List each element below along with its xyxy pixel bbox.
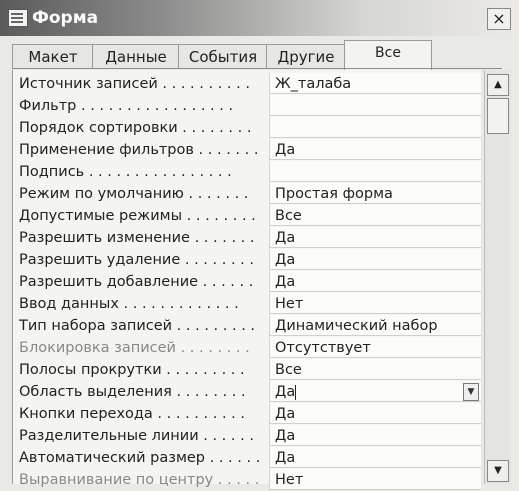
property-name: Тип набора записей . . . . . . . . . xyxy=(19,318,256,334)
property-row[interactable]: Режим по умолчанию . . . . . . . Простая … xyxy=(13,183,481,205)
property-value: Да xyxy=(275,428,296,444)
property-row[interactable]: Ввод данных . . . . . . . . . . . . . Нет xyxy=(13,293,481,315)
property-name: Автоматический размер . . . . . . xyxy=(19,450,261,466)
property-value-field[interactable]: Да xyxy=(269,403,481,424)
tab-divider xyxy=(12,68,502,69)
property-row[interactable]: Блокировка записей . . . . . . . . Отсутс… xyxy=(13,337,481,359)
property-sheet: Источник записей . . . . . . . . . . Ж_та… xyxy=(12,70,481,490)
tab-other[interactable]: Другие xyxy=(266,44,346,69)
property-value: Да xyxy=(275,384,296,400)
property-name: Разрешить изменение . . . . . . . xyxy=(19,230,255,246)
property-row[interactable]: Разрешить удаление . . . . . . . . Да xyxy=(13,249,481,271)
property-value-field[interactable]: Ж_талаба xyxy=(269,73,481,94)
property-name: Блокировка записей . . . . . . . . xyxy=(19,340,250,356)
property-value: Нет xyxy=(275,472,304,488)
property-name: Режим по умолчанию . . . . . . . xyxy=(19,186,249,202)
scroll-thumb[interactable] xyxy=(487,98,509,134)
property-row[interactable]: Порядок сортировки . . . . . . . . xyxy=(13,117,481,139)
property-value-field[interactable]: Да xyxy=(269,447,481,468)
property-value: Да xyxy=(275,142,296,158)
property-value: Нет xyxy=(275,296,304,312)
property-value-field[interactable] xyxy=(269,161,481,182)
window-title: Форма xyxy=(32,8,99,28)
property-value-field[interactable]: Все xyxy=(269,205,481,226)
property-value-field[interactable] xyxy=(269,117,481,138)
property-row[interactable]: Область выделения . . . . . . . . Да ▼ xyxy=(13,381,481,403)
property-value: Да xyxy=(275,252,296,268)
property-value: Отсутствует xyxy=(275,340,371,356)
property-value: Ж_талаба xyxy=(275,76,352,92)
property-name: Допустимые режимы . . . . . . . . xyxy=(19,208,256,224)
property-name: Полосы прокрутки . . . . . . . . . xyxy=(19,362,245,378)
property-row[interactable]: Разрешить добавление . . . . . . Да xyxy=(13,271,481,293)
property-name: Область выделения . . . . . . . . xyxy=(19,384,246,400)
property-name: Источник записей . . . . . . . . . . xyxy=(19,76,250,92)
property-row[interactable]: Выравнивание по центру . . . . . Нет xyxy=(13,469,481,491)
property-value: Да xyxy=(275,450,296,466)
property-row[interactable]: Допустимые режимы . . . . . . . . Все xyxy=(13,205,481,227)
property-name: Разделительные линии . . . . . . xyxy=(19,428,254,444)
property-name: Фильтр . . . . . . . . . . . . . . . . . xyxy=(19,98,234,114)
property-value-field[interactable]: Динамический набор xyxy=(269,315,481,336)
dropdown-arrow-icon[interactable]: ▼ xyxy=(463,383,479,401)
property-value-field[interactable]: Все xyxy=(269,359,481,380)
property-value-field[interactable]: Да ▼ xyxy=(269,381,481,402)
property-row[interactable]: Разрешить изменение . . . . . . . Да xyxy=(13,227,481,249)
scroll-up-arrow-icon[interactable]: ▲ xyxy=(487,74,509,96)
property-name: Порядок сортировки . . . . . . . . xyxy=(19,120,252,136)
property-value-field[interactable] xyxy=(269,95,481,116)
property-name: Выравнивание по центру . . . . . xyxy=(19,472,260,488)
form-icon xyxy=(8,9,28,27)
property-value-field[interactable]: Да xyxy=(269,227,481,248)
property-row[interactable]: Разделительные линии . . . . . . Да xyxy=(13,425,481,447)
property-row[interactable]: Полосы прокрутки . . . . . . . . . Все xyxy=(13,359,481,381)
property-row[interactable]: Фильтр . . . . . . . . . . . . . . . . . xyxy=(13,95,481,117)
property-value-field[interactable]: Да xyxy=(269,271,481,292)
property-value-field[interactable]: Нет xyxy=(269,469,481,490)
property-name: Разрешить добавление . . . . . . xyxy=(19,274,254,290)
title-bar: Форма × xyxy=(0,0,519,36)
property-row[interactable]: Тип набора записей . . . . . . . . . Дина… xyxy=(13,315,481,337)
property-value-field[interactable]: Простая форма xyxy=(269,183,481,204)
property-tabs: Макет Данные События Другие Все xyxy=(12,40,492,70)
property-name: Подпись . . . . . . . . . . . . . . . . xyxy=(19,164,232,180)
property-value-field[interactable]: Да xyxy=(269,139,481,160)
property-name: Разрешить удаление . . . . . . . . xyxy=(19,252,255,268)
property-row[interactable]: Применение фильтров . . . . . . . Да xyxy=(13,139,481,161)
property-value: Простая форма xyxy=(275,186,393,202)
vertical-scrollbar[interactable]: ▲ ▼ xyxy=(484,70,511,484)
property-value-field[interactable]: Да xyxy=(269,249,481,270)
text-cursor xyxy=(295,384,297,400)
property-row[interactable]: Кнопки перехода . . . . . . . . . . Да xyxy=(13,403,481,425)
tab-events[interactable]: События xyxy=(178,44,268,69)
tab-all[interactable]: Все xyxy=(344,40,432,70)
property-value: Все xyxy=(275,362,302,378)
scroll-down-arrow-icon[interactable]: ▼ xyxy=(487,460,509,482)
property-value-field[interactable]: Да xyxy=(269,425,481,446)
property-value-field[interactable]: Отсутствует xyxy=(269,337,481,358)
property-value: Да xyxy=(275,274,296,290)
tab-layout[interactable]: Макет xyxy=(12,44,94,69)
property-row[interactable]: Автоматический размер . . . . . . Да xyxy=(13,447,481,469)
property-name: Кнопки перехода . . . . . . . . . . xyxy=(19,406,245,422)
property-row[interactable]: Источник записей . . . . . . . . . . Ж_та… xyxy=(13,73,481,95)
property-name: Ввод данных . . . . . . . . . . . . . xyxy=(19,296,239,312)
property-value: Да xyxy=(275,406,296,422)
property-name: Применение фильтров . . . . . . . xyxy=(19,142,259,158)
property-value-field[interactable]: Нет xyxy=(269,293,481,314)
close-button[interactable]: × xyxy=(487,8,511,30)
property-value: Да xyxy=(275,230,296,246)
property-value: Динамический набор xyxy=(275,318,438,334)
property-row[interactable]: Подпись . . . . . . . . . . . . . . . . xyxy=(13,161,481,183)
tab-data[interactable]: Данные xyxy=(92,44,180,69)
property-value: Все xyxy=(275,208,302,224)
